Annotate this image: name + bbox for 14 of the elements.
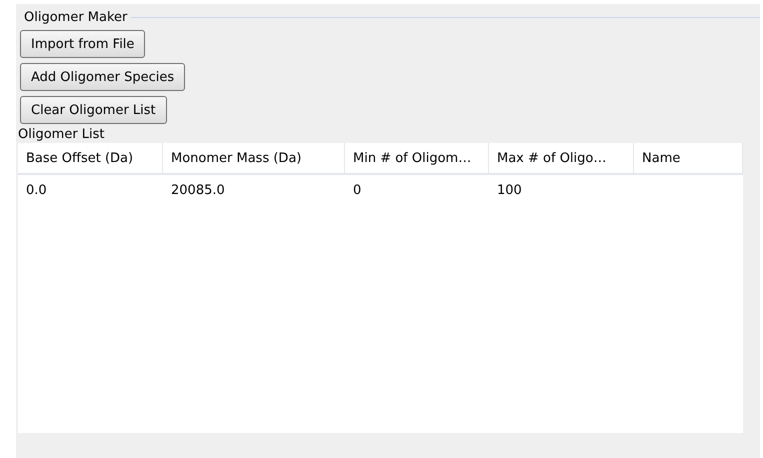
list-label: Oligomer List <box>18 127 106 142</box>
table-cell-text: 0 <box>352 182 362 200</box>
column-header[interactable]: Min # of Oligom… <box>345 143 489 173</box>
column-header[interactable]: Name <box>634 143 743 173</box>
table-cell-text: 20085.0 <box>170 182 226 200</box>
group-title: Oligomer Maker <box>24 10 128 25</box>
action-button[interactable]: Add Oligomer Species <box>20 63 186 91</box>
table-cell-text: 0.0 <box>25 182 48 200</box>
column-header[interactable]: Base Offset (Da) <box>18 143 163 173</box>
action-button[interactable]: Import from File <box>20 30 146 58</box>
column-header[interactable]: Monomer Mass (Da) <box>163 143 345 173</box>
column-header[interactable]: Max # of Oligo… <box>489 143 634 173</box>
action-button[interactable]: Clear Oligomer List <box>20 96 167 124</box>
table-cell-text: 100 <box>496 182 523 200</box>
